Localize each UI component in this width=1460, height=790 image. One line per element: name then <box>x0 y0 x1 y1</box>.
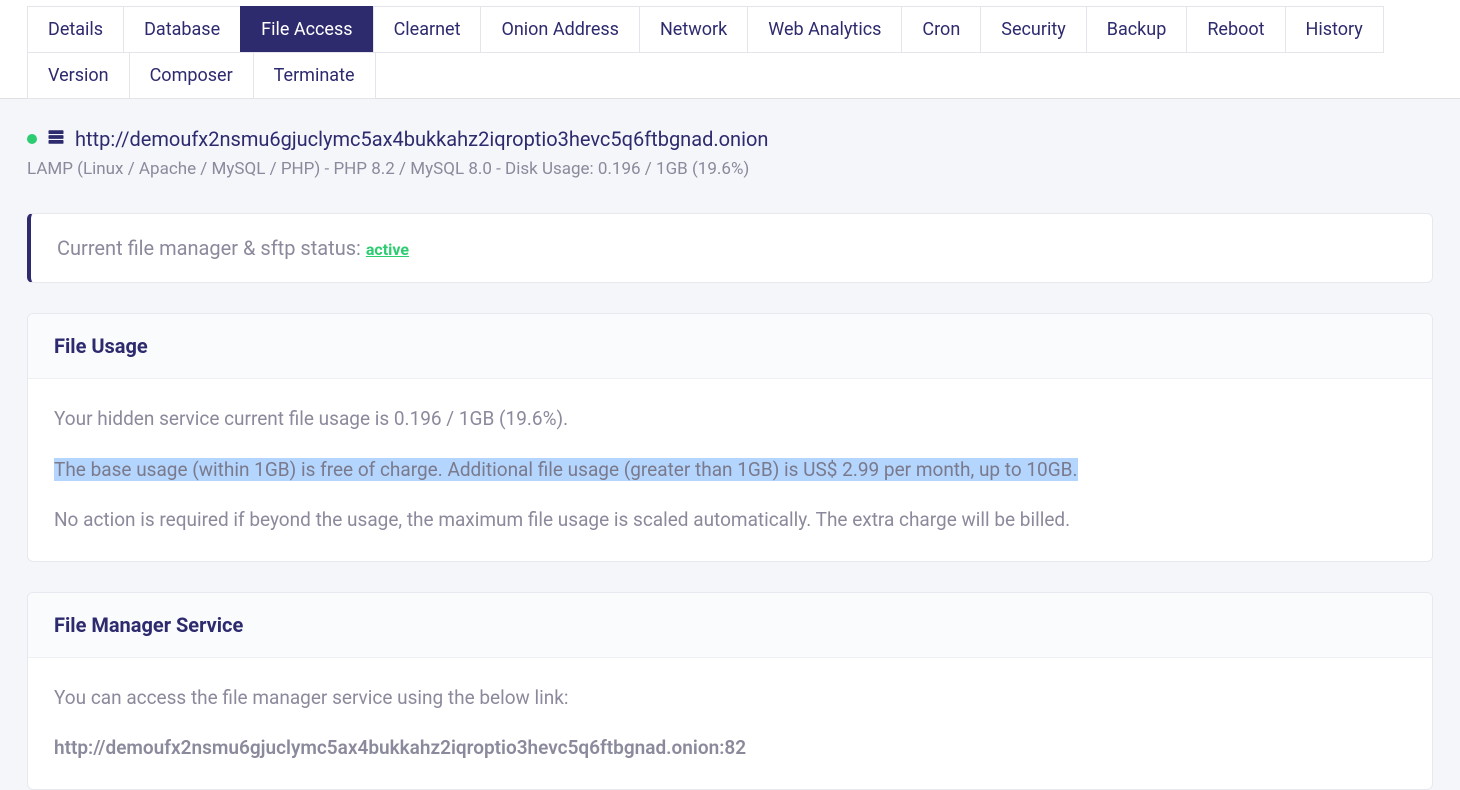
status-indicator-dot <box>27 134 37 144</box>
file-manager-title: File Manager Service <box>54 613 1406 637</box>
tab-clearnet[interactable]: Clearnet <box>373 6 482 53</box>
status-card: Current file manager & sftp status: acti… <box>27 213 1433 283</box>
file-usage-body: Your hidden service current file usage i… <box>28 379 1432 561</box>
tab-file-access[interactable]: File Access <box>240 6 373 53</box>
tab-history[interactable]: History <box>1285 6 1384 53</box>
file-usage-card: File Usage Your hidden service current f… <box>27 313 1433 562</box>
site-header-line: http://demoufx2nsmu6gjuclymc5ax4bukkahz2… <box>27 127 1433 151</box>
tab-details[interactable]: Details <box>27 6 124 53</box>
site-meta-text: LAMP (Linux / Apache / MySQL / PHP) - PH… <box>27 159 1433 179</box>
tab-terminate[interactable]: Terminate <box>253 52 376 99</box>
tab-cron[interactable]: Cron <box>901 6 981 53</box>
site-url-link[interactable]: http://demoufx2nsmu6gjuclymc5ax4bukkahz2… <box>75 127 768 151</box>
site-header: http://demoufx2nsmu6gjuclymc5ax4bukkahz2… <box>27 99 1433 191</box>
tab-version[interactable]: Version <box>27 52 130 99</box>
file-usage-current: Your hidden service current file usage i… <box>54 405 1406 434</box>
tab-backup[interactable]: Backup <box>1086 6 1188 53</box>
status-value-link[interactable]: active <box>366 240 409 259</box>
file-manager-link[interactable]: http://demoufx2nsmu6gjuclymc5ax4bukkahz2… <box>54 734 1406 763</box>
file-usage-title: File Usage <box>54 334 1406 358</box>
file-usage-note: No action is required if beyond the usag… <box>54 506 1406 535</box>
file-manager-body: You can access the file manager service … <box>28 658 1432 789</box>
tabs-nav: DetailsDatabaseFile AccessClearnetOnion … <box>0 0 1460 99</box>
tab-onion-address[interactable]: Onion Address <box>480 6 639 53</box>
file-usage-header: File Usage <box>28 314 1432 379</box>
file-usage-pricing: The base usage (within 1GB) is free of c… <box>54 456 1406 485</box>
tab-reboot[interactable]: Reboot <box>1186 6 1285 53</box>
file-usage-pricing-highlight: The base usage (within 1GB) is free of c… <box>54 458 1078 481</box>
main-content: http://demoufx2nsmu6gjuclymc5ax4bukkahz2… <box>0 99 1460 790</box>
tab-network[interactable]: Network <box>639 6 748 53</box>
status-label: Current file manager & sftp status: <box>57 236 366 260</box>
tab-composer[interactable]: Composer <box>129 52 254 99</box>
server-icon <box>47 128 65 150</box>
file-manager-intro: You can access the file manager service … <box>54 684 1406 713</box>
tab-security[interactable]: Security <box>980 6 1086 53</box>
tab-database[interactable]: Database <box>123 6 241 53</box>
file-manager-header: File Manager Service <box>28 593 1432 658</box>
tab-web-analytics[interactable]: Web Analytics <box>747 6 902 53</box>
file-manager-card: File Manager Service You can access the … <box>27 592 1433 790</box>
